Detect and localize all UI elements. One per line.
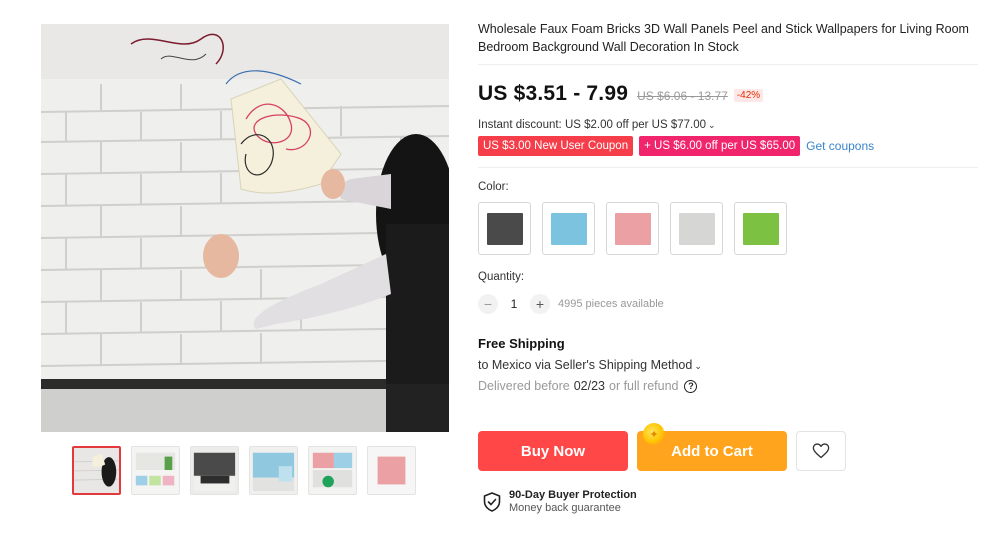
thumbnail-image xyxy=(309,447,356,494)
buyer-protection: 90-Day Buyer Protection Money back guara… xyxy=(483,489,637,514)
current-price: US $3.51 - 7.99 xyxy=(478,82,629,105)
shield-check-icon xyxy=(483,491,501,512)
thumbnail-image xyxy=(191,447,238,494)
question-circle-icon[interactable]: ? xyxy=(684,379,698,393)
chevron-down-icon: ⌄ xyxy=(694,361,702,371)
plus-icon: + xyxy=(644,140,655,152)
product-details: Wholesale Faux Foam Bricks 3D Wall Panel… xyxy=(478,20,978,393)
shipping-method-text: to Mexico via Seller's Shipping Method xyxy=(478,358,693,372)
color-swatches xyxy=(478,202,978,255)
shipping-method[interactable]: to Mexico via Seller's Shipping Method ⌄ xyxy=(478,358,978,372)
delivered-date: 02/23 xyxy=(573,379,605,393)
swatch-light-blue[interactable] xyxy=(542,202,595,255)
thumbnail-4[interactable] xyxy=(249,446,298,495)
protection-text: 90-Day Buyer Protection Money back guara… xyxy=(509,489,637,514)
swatch-pink[interactable] xyxy=(606,202,659,255)
swatch-image xyxy=(550,212,587,245)
swatch-dark-gray[interactable] xyxy=(478,202,531,255)
product-photo xyxy=(41,24,449,432)
thumbnail-5[interactable] xyxy=(308,446,357,495)
new-user-coupon[interactable]: US $3.00 New User Coupon xyxy=(478,136,634,156)
thumbnail-image xyxy=(250,447,297,494)
store-coupon[interactable]: + US $6.00 off per US $65.00 xyxy=(639,136,801,156)
delivery-estimate: Delivered before 02/23 or full refund ? xyxy=(478,379,978,393)
swatch-image xyxy=(678,212,715,245)
thumbnail-image xyxy=(368,447,415,494)
add-to-cart-button[interactable]: ✦ Add to Cart xyxy=(637,423,787,471)
decrease-quantity-button[interactable]: − xyxy=(478,294,498,314)
swatch-image xyxy=(742,212,779,245)
get-coupons-link[interactable]: Get coupons xyxy=(806,139,874,153)
thumbnail-6[interactable] xyxy=(367,446,416,495)
store-coupon-label: US $6.00 off per US $65.00 xyxy=(654,140,796,152)
buy-now-button[interactable]: Buy Now xyxy=(478,431,628,471)
action-buttons: Buy Now ✦ Add to Cart xyxy=(478,423,846,471)
main-product-image[interactable] xyxy=(41,24,449,432)
coupon-row: US $3.00 New User Coupon + US $6.00 off … xyxy=(478,136,978,156)
shipping-title: Free Shipping xyxy=(478,336,565,351)
product-title: Wholesale Faux Foam Bricks 3D Wall Panel… xyxy=(478,22,969,54)
thumbnail-image xyxy=(132,447,179,494)
increase-quantity-button[interactable]: + xyxy=(530,294,550,314)
add-to-cart-label: Add to Cart xyxy=(671,442,753,460)
stock-available: 4995 pieces available xyxy=(558,298,664,310)
swatch-green[interactable] xyxy=(734,202,787,255)
quantity-label: Quantity: xyxy=(478,271,525,283)
price-row: US $3.51 - 7.99 US $6.06 - 13.77 -42% xyxy=(478,82,978,106)
discount-badge: -42% xyxy=(733,89,764,102)
thumbnail-1[interactable] xyxy=(72,446,121,495)
protection-title: 90-Day Buyer Protection xyxy=(509,489,637,501)
heart-outline-icon xyxy=(812,443,830,459)
divider xyxy=(478,167,978,168)
sparkle-icon: ✦ xyxy=(643,423,665,445)
color-label: Color: xyxy=(478,181,509,193)
wishlist-button[interactable] xyxy=(796,431,846,471)
quantity-stepper: − 1 + 4995 pieces available xyxy=(478,294,978,314)
protection-subtitle: Money back guarantee xyxy=(509,502,621,514)
divider xyxy=(478,64,978,65)
thumbnail-image xyxy=(74,448,119,493)
thumbnail-2[interactable] xyxy=(131,446,180,495)
swatch-image xyxy=(614,212,651,245)
swatch-image xyxy=(486,212,523,245)
thumbnail-strip xyxy=(72,446,416,495)
instant-discount-text: Instant discount: US $2.00 off per US $7… xyxy=(478,119,707,131)
quantity-input[interactable]: 1 xyxy=(498,297,530,311)
chevron-down-icon: ⌄ xyxy=(708,120,716,130)
original-price: US $6.06 - 13.77 xyxy=(637,89,728,103)
delivered-prefix: Delivered before xyxy=(478,379,570,393)
swatch-light-gray[interactable] xyxy=(670,202,723,255)
thumbnail-3[interactable] xyxy=(190,446,239,495)
delivered-suffix: or full refund xyxy=(609,379,679,393)
instant-discount[interactable]: Instant discount: US $2.00 off per US $7… xyxy=(478,119,978,131)
